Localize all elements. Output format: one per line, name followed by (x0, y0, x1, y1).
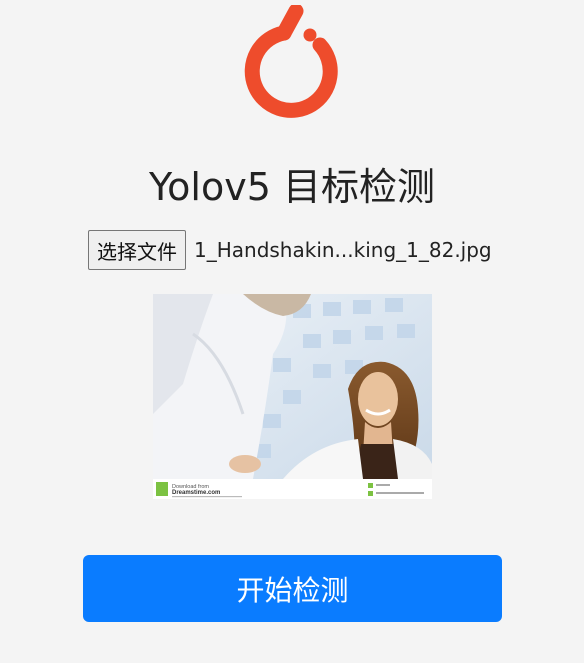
file-input[interactable]: 选择文件 1_Handshakin...king_1_82.jpg (88, 230, 492, 270)
preview-photo: Download from Dreamstime.com (153, 294, 432, 499)
watermark-line-2: Dreamstime.com (172, 490, 220, 496)
page-title: Yolov5 目标检测 (149, 165, 435, 209)
choose-file-button[interactable]: 选择文件 (88, 230, 186, 270)
start-detection-button[interactable]: 开始检测 (83, 555, 502, 622)
selected-file-name: 1_Handshakin...king_1_82.jpg (194, 238, 492, 262)
image-preview: Download from Dreamstime.com (153, 294, 432, 499)
pytorch-logo-icon (244, 5, 338, 118)
